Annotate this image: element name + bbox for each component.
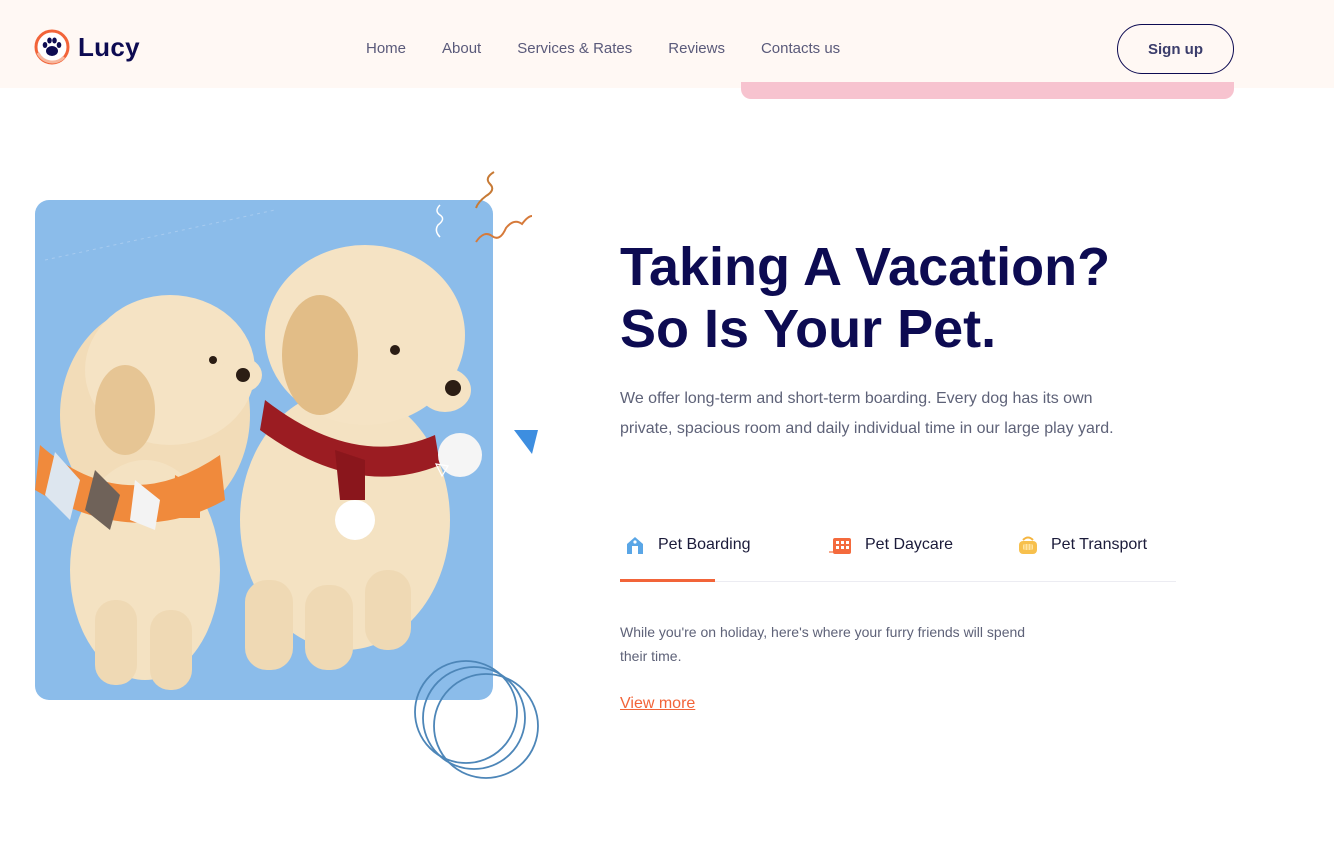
tab-pet-boarding-label: Pet Boarding bbox=[658, 536, 751, 553]
active-tab-indicator bbox=[620, 579, 715, 582]
hero-title-line-2: So Is Your Pet. bbox=[620, 299, 997, 359]
hero-image bbox=[35, 200, 493, 700]
daycare-icon bbox=[829, 538, 851, 554]
brand-logo[interactable]: Lucy bbox=[34, 29, 140, 65]
hero-title: Taking A Vacation? So Is Your Pet. bbox=[620, 236, 1260, 360]
white-squiggle-decoration bbox=[435, 204, 444, 238]
hero-description: We offer long-term and short-term boardi… bbox=[620, 390, 1114, 437]
main-nav: Home About Services & Rates Reviews Cont… bbox=[366, 40, 840, 57]
decorative-pink-strip bbox=[741, 82, 1234, 99]
tab-pet-boarding[interactable]: Pet Boarding bbox=[624, 534, 751, 556]
nav-services-rates[interactable]: Services & Rates bbox=[517, 40, 632, 57]
pet-carrier-icon bbox=[1019, 536, 1037, 554]
view-more-link[interactable]: View more bbox=[620, 695, 695, 713]
tab-content-text: While you're on holiday, here's where yo… bbox=[620, 624, 1026, 664]
nav-about[interactable]: About bbox=[442, 40, 481, 57]
hero-title-line-1: Taking A Vacation? bbox=[620, 237, 1111, 297]
tab-pet-transport-label: Pet Transport bbox=[1051, 536, 1148, 553]
nav-home[interactable]: Home bbox=[366, 40, 406, 57]
nav-reviews[interactable]: Reviews bbox=[668, 40, 725, 57]
puppies-illustration bbox=[35, 209, 482, 690]
signup-button[interactable]: Sign up bbox=[1117, 24, 1234, 74]
brand-name: Lucy bbox=[78, 31, 140, 62]
nav-contacts[interactable]: Contacts us bbox=[761, 40, 840, 57]
small-triangle-decoration bbox=[434, 463, 449, 478]
tab-pet-daycare-label: Pet Daycare bbox=[865, 536, 954, 553]
triangle-decoration bbox=[514, 430, 538, 454]
services-tabs: Pet Boarding Pet Daycare Pet Transport bbox=[620, 530, 1176, 582]
tab-pet-daycare[interactable]: Pet Daycare bbox=[829, 534, 953, 556]
paw-logo-icon bbox=[34, 29, 70, 65]
house-icon bbox=[627, 537, 643, 554]
tab-pet-transport[interactable]: Pet Transport bbox=[1017, 534, 1147, 556]
squiggle-decoration bbox=[475, 171, 533, 243]
circles-decoration bbox=[414, 660, 539, 779]
